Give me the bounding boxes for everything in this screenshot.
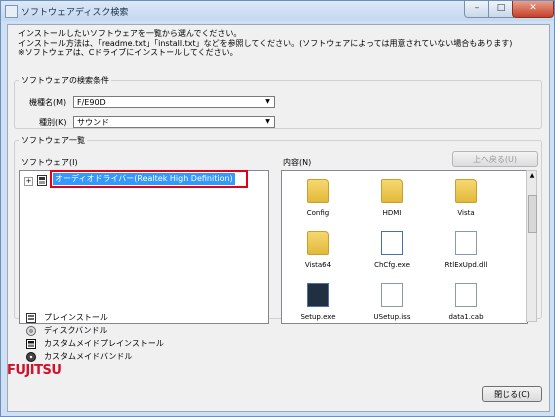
chevron-down-icon: ▼ [265,118,270,125]
file-name: ChCfg.exe [374,261,410,269]
search-conditions-label: ソフトウェアの検索条件 [21,76,109,85]
software-tree[interactable]: + オーディオドライバー(Realtek High Definition) [19,170,269,324]
close-window-button[interactable]: ✕ [512,1,554,18]
intro-line-3: ※ソフトウェアは、Cドライブにインストールしてください。 [18,48,238,57]
disk-bundle-icon [26,326,36,336]
file-item[interactable]: Vista64 [286,231,350,269]
dll-icon [455,231,477,255]
tree-item-selected[interactable]: オーディオドライバー(Realtek High Definition) [53,173,235,185]
file-name: USetup.iss [373,313,411,321]
file-item[interactable]: ChCfg.exe [360,231,424,269]
folder-icon [455,179,477,203]
software-tree-label: ソフトウェア(I) [21,158,78,167]
title-bar[interactable]: ソフトウェアディスク検索 – □ ✕ [1,1,554,21]
type-label: 種別(K) [39,118,67,127]
chevron-down-icon: ▼ [265,98,270,105]
scroll-up-icon[interactable]: ▲ [528,172,536,182]
legend-label: プレインストール [44,313,108,322]
software-list-group: ソフトウェア一覧 ソフトウェア(I) 内容(N) 上へ戻る(U) + オーディオ… [14,135,542,324]
legend-label: カスタムメイドプレインストール [44,339,164,348]
intro-line-2: インストール方法は、「readme.txt」「install.txt」などを参照… [18,38,513,48]
scroll-thumb[interactable] [528,195,537,233]
file-name: HDMI [382,209,402,217]
content-scrollbar[interactable]: ▲ [526,170,537,322]
folder-icon [307,179,329,203]
model-label: 機種名(M) [29,98,67,107]
file-item[interactable]: USetup.iss [360,283,424,321]
file-name: Vista64 [304,261,332,269]
model-select[interactable]: F/E90D ▼ [73,96,275,108]
file-item[interactable]: Setup.exe [286,283,350,321]
type-select-value: サウンド [77,118,109,127]
folder-icon [307,231,329,255]
model-select-value: F/E90D [77,98,106,107]
search-conditions-group: ソフトウェアの検索条件 機種名(M) F/E90D ▼ 種別(K) サウンド ▼ [14,75,542,129]
up-button[interactable]: 上へ戻る(U) [452,151,538,167]
cab-icon [455,283,477,307]
fujitsu-logo: FUJITSU [7,363,62,378]
file-name: RtlExUpd.dll [444,261,488,269]
file-item[interactable]: RtlExUpd.dll [434,231,498,269]
intro-text: インストールしたいソフトウェアを一覧から選んでください。 インストール方法は、「… [18,29,512,58]
intro-line-1: インストールしたいソフトウェアを一覧から選んでください。 [18,29,242,38]
custom-preinstall-icon [26,339,36,349]
type-select[interactable]: サウンド ▼ [73,116,275,128]
software-list-label: ソフトウェア一覧 [21,136,85,145]
minimize-button[interactable]: – [464,1,490,18]
exe-icon [381,231,403,255]
file-name: data1.cab [448,313,484,321]
file-item[interactable]: data1.cab [434,283,498,321]
legend-label: カスタムメイドバンドル [44,352,133,361]
custom-bundle-icon [26,352,36,362]
file-icon [381,283,403,307]
maximize-button[interactable]: □ [488,1,514,18]
file-name: Setup.exe [300,313,336,321]
close-button[interactable]: 閉じる(C) [482,386,542,402]
app-window: ソフトウェアディスク検索 – □ ✕ インストールしたいソフトウェアを一覧から選… [0,0,555,417]
file-name: Config [306,209,330,217]
setup-icon [307,283,329,307]
preinstall-icon [26,313,36,323]
custom-preinstall-icon [37,175,47,186]
file-item[interactable]: HDMI [360,179,424,217]
content-file-list[interactable]: Config HDMI Vista Vista64 ChCfg.exe RtlE… [281,170,528,324]
file-item[interactable]: Config [286,179,350,217]
dialog-body: インストールしたいソフトウェアを一覧から選んでください。 インストール方法は、「… [7,24,550,412]
content-label: 内容(N) [283,158,312,167]
file-item[interactable]: Vista [434,179,498,217]
app-icon [5,5,18,18]
legend-label: ディスクバンドル [44,326,108,335]
window-title: ソフトウェアディスク検索 [21,8,129,18]
folder-icon [381,179,403,203]
expand-icon[interactable]: + [24,177,33,186]
file-name: Vista [457,209,475,217]
